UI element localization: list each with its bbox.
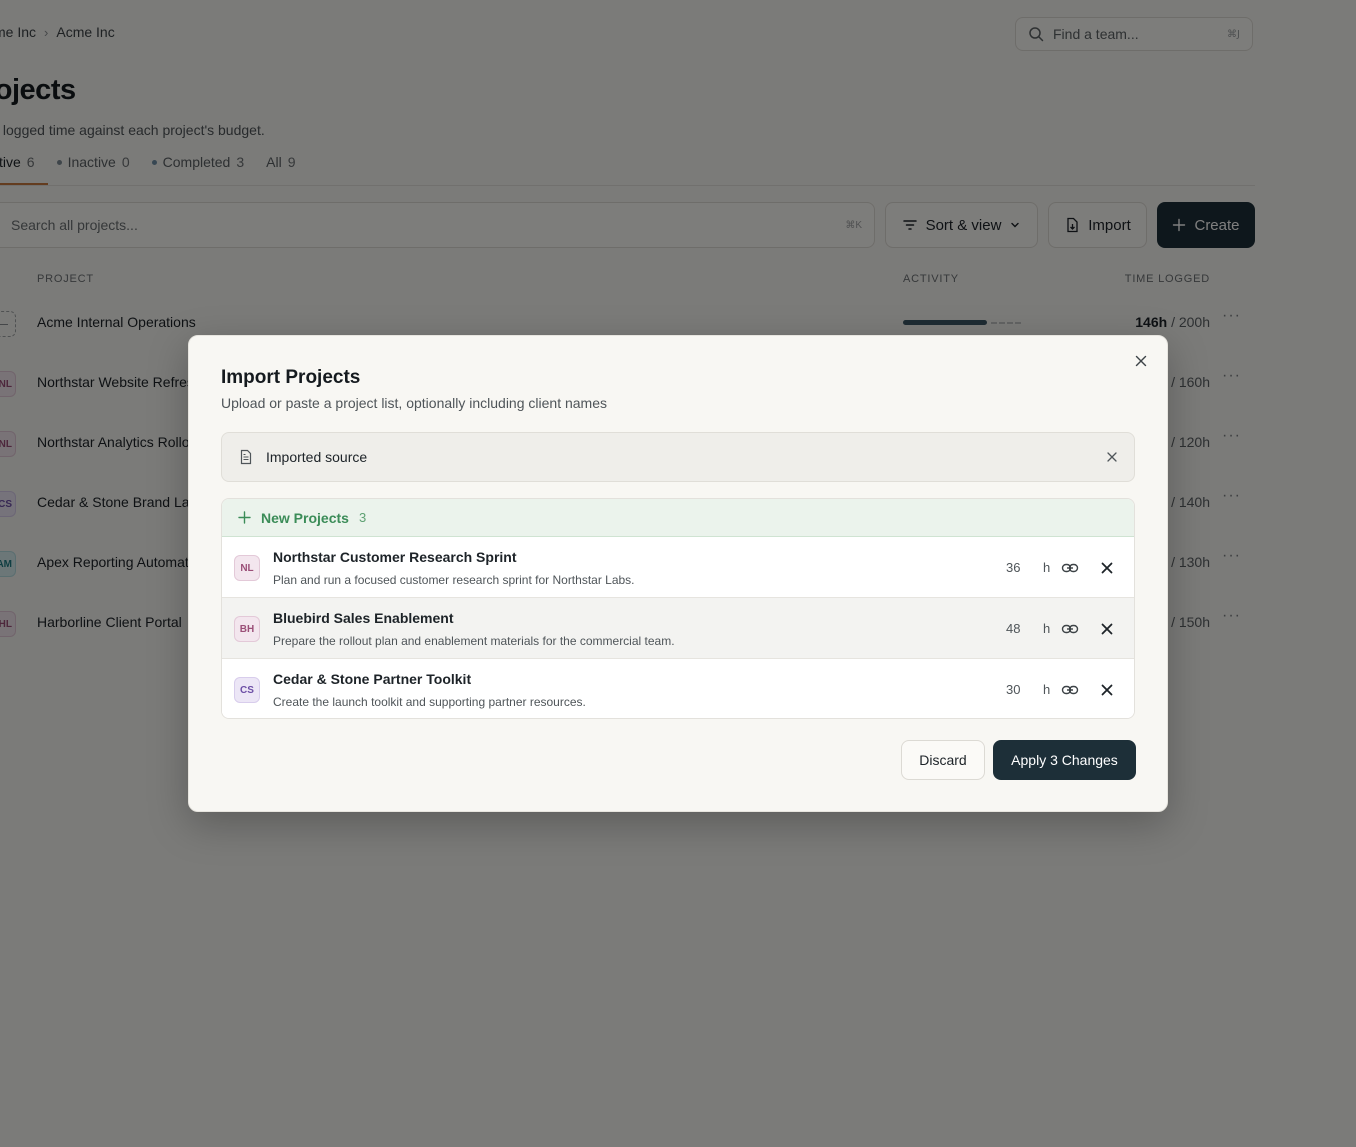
close-dialog-button[interactable] xyxy=(1131,351,1151,371)
dialog-subtitle: Upload or paste a project list, optional… xyxy=(221,395,607,411)
project-name: Northstar Customer Research Sprint xyxy=(273,549,517,565)
project-description: Prepare the rollout plan and enablement … xyxy=(273,634,675,648)
list-item[interactable]: NL Northstar Customer Research Sprint Pl… xyxy=(222,537,1134,598)
project-description: Plan and run a focused customer research… xyxy=(273,573,635,587)
list-item[interactable]: CS Cedar & Stone Partner Toolkit Create … xyxy=(222,659,1134,718)
imported-source-label: Imported source xyxy=(266,449,368,465)
new-projects-count: 3 xyxy=(358,510,367,525)
close-icon xyxy=(1135,355,1147,367)
hours-unit: h xyxy=(1043,682,1051,697)
imported-source-chip: Imported source xyxy=(221,432,1135,482)
link-icon xyxy=(1061,624,1079,634)
remove-item-button[interactable] xyxy=(1098,620,1116,638)
new-projects-header: New Projects 3 xyxy=(222,499,1134,537)
apply-changes-button[interactable]: Apply 3 Changes xyxy=(993,740,1136,780)
remove-source-button[interactable] xyxy=(1106,451,1118,463)
new-projects-list: New Projects 3 NL Northstar Customer Res… xyxy=(221,498,1135,719)
project-badge: BH xyxy=(234,616,260,642)
project-badge: CS xyxy=(234,677,260,703)
project-name: Bluebird Sales Enablement xyxy=(273,610,454,626)
link-icon xyxy=(1061,563,1079,573)
project-description: Create the launch toolkit and supporting… xyxy=(273,695,586,709)
hours-input[interactable]: 30 xyxy=(1006,682,1020,697)
hours-input[interactable]: 48 xyxy=(1006,621,1020,636)
discard-button[interactable]: Discard xyxy=(901,740,985,780)
hours-unit: h xyxy=(1043,560,1051,575)
remove-item-button[interactable] xyxy=(1098,559,1116,577)
hours-unit: h xyxy=(1043,621,1051,636)
link-icon xyxy=(1061,685,1079,695)
link-button[interactable] xyxy=(1061,559,1079,577)
dialog-title: Import Projects xyxy=(221,367,361,388)
new-projects-label: New Projects xyxy=(261,509,349,526)
document-icon xyxy=(240,449,252,465)
list-item[interactable]: BH Bluebird Sales Enablement Prepare the… xyxy=(222,598,1134,659)
close-icon xyxy=(1101,623,1113,635)
link-button[interactable] xyxy=(1061,620,1079,638)
plus-icon xyxy=(238,511,251,524)
project-badge: NL xyxy=(234,555,260,581)
project-name: Cedar & Stone Partner Toolkit xyxy=(273,671,472,687)
remove-item-button[interactable] xyxy=(1098,681,1116,699)
close-icon xyxy=(1101,562,1113,574)
close-icon xyxy=(1107,452,1117,462)
import-projects-dialog: Import Projects Upload or paste a projec… xyxy=(188,335,1168,812)
hours-input[interactable]: 36 xyxy=(1006,560,1020,575)
link-button[interactable] xyxy=(1061,681,1079,699)
close-icon xyxy=(1101,684,1113,696)
